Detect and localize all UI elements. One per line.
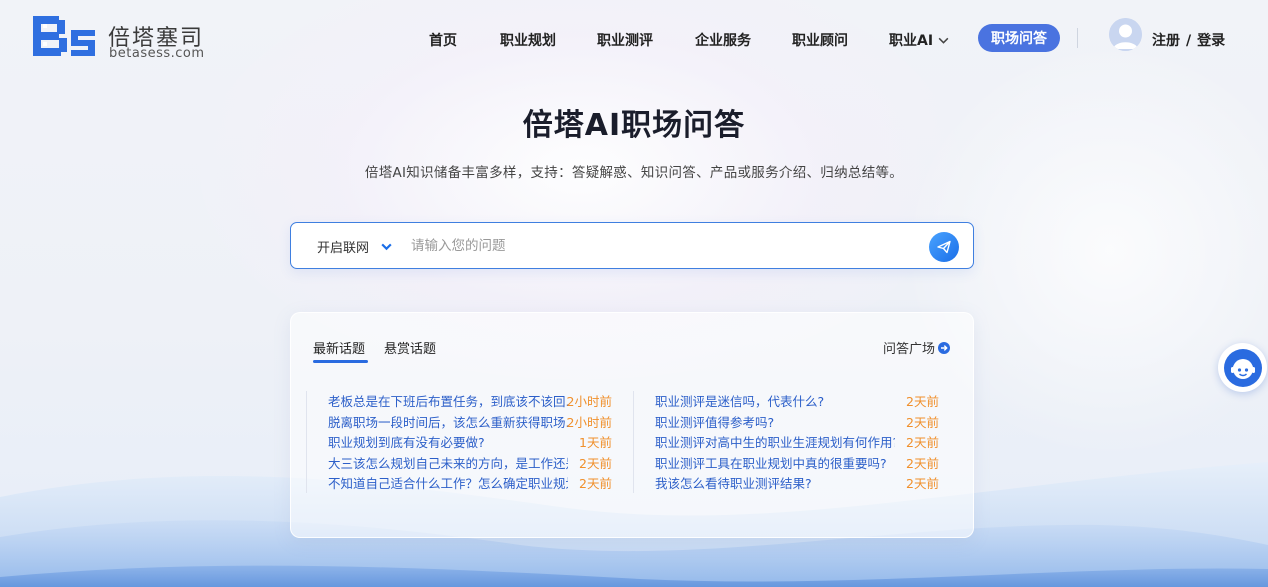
chevron-down-icon[interactable] <box>380 240 393 253</box>
main-nav: 首页 职业规划 职业测评 企业服务 职业顾问 职业AI 职场问答 注册 / 登录 <box>0 18 1268 54</box>
list-item[interactable]: 脱离职场一段时间后，该怎么重新获得职场... 2小时前 <box>328 412 612 433</box>
latest-topics-list-right: 职业测评是迷信吗，代表什么? 2天前 职业测评值得参考吗? 2天前 职业测评对高… <box>633 391 939 493</box>
arrow-circle-right-icon <box>938 341 950 354</box>
register-link[interactable]: 注册 <box>1152 30 1180 50</box>
tab-latest-topics[interactable]: 最新话题 <box>313 338 365 357</box>
send-button[interactable] <box>929 232 959 262</box>
topic-time: 2天前 <box>906 435 939 450</box>
customer-service-button[interactable] <box>1218 343 1267 392</box>
nav-item-enterprise-service[interactable]: 企业服务 <box>695 30 751 50</box>
avatar[interactable] <box>1109 18 1142 51</box>
question-input[interactable] <box>411 231 911 261</box>
nav-item-workplace-qa[interactable]: 职场问答 <box>978 24 1060 52</box>
topic-title[interactable]: 不知道自己适合什么工作？怎么确定职业规划... <box>328 473 568 492</box>
web-search-toggle[interactable]: 开启联网 <box>317 237 369 256</box>
nav-item-career-assessment[interactable]: 职业测评 <box>597 30 653 50</box>
topic-title[interactable]: 我该怎么看待职业测评结果? <box>655 473 895 492</box>
auth-links: 注册 / 登录 <box>1152 30 1225 50</box>
topic-title[interactable]: 职业测评工具在职业规划中真的很重要吗? <box>655 453 895 472</box>
nav-item-career-ai-label: 职业AI <box>889 33 934 49</box>
auth-separator: / <box>1186 33 1192 49</box>
search-box: 开启联网 <box>290 222 974 269</box>
topic-title[interactable]: 职业测评对高中生的职业生涯规划有何作用? <box>655 432 895 451</box>
nav-item-career-ai[interactable]: 职业AI <box>889 30 950 50</box>
topic-time: 2天前 <box>906 476 939 491</box>
paper-plane-icon <box>937 240 951 254</box>
topic-title[interactable]: 职业测评是迷信吗，代表什么? <box>655 391 895 410</box>
list-item[interactable]: 不知道自己适合什么工作？怎么确定职业规划... 2天前 <box>328 473 612 494</box>
list-item[interactable]: 我该怎么看待职业测评结果? 2天前 <box>655 473 939 494</box>
latest-topics-list-left: 老板总是在下班后布置任务，到底该不该回... 2小时前 脱离职场一段时间后，该怎… <box>306 391 612 493</box>
list-item[interactable]: 职业测评是迷信吗，代表什么? 2天前 <box>655 391 939 412</box>
list-item[interactable]: 大三该怎么规划自己未来的方向，是工作还是... 2天前 <box>328 453 612 474</box>
nav-item-career-advisor[interactable]: 职业顾问 <box>792 30 848 50</box>
topic-title[interactable]: 大三该怎么规划自己未来的方向，是工作还是... <box>328 453 568 472</box>
qa-plaza-label: 问答广场 <box>882 342 935 357</box>
topic-title[interactable]: 职业规划到底有没有必要做? <box>328 432 568 451</box>
topic-title[interactable]: 脱离职场一段时间后，该怎么重新获得职场... <box>328 412 568 431</box>
qa-plaza-link[interactable]: 问答广场 <box>883 338 950 357</box>
list-item[interactable]: 职业测评对高中生的职业生涯规划有何作用? 2天前 <box>655 432 939 453</box>
chevron-down-icon <box>938 37 949 44</box>
list-item[interactable]: 老板总是在下班后布置任务，到底该不该回... 2小时前 <box>328 391 612 412</box>
tab-bounty-topics[interactable]: 悬赏话题 <box>384 338 436 357</box>
topic-time: 1天前 <box>579 435 612 450</box>
page-title: 倍塔AI职场问答 <box>522 108 746 143</box>
topics-card: 最新话题 悬赏话题 问答广场 老板总是在下班后布置任务，到底该不该回... 2小… <box>290 312 974 538</box>
topic-title[interactable]: 老板总是在下班后布置任务，到底该不该回... <box>328 391 568 410</box>
topic-time: 2小时前 <box>566 394 612 409</box>
nav-item-home[interactable]: 首页 <box>429 30 457 50</box>
tab-active-indicator <box>313 360 368 363</box>
topic-time: 2天前 <box>906 414 939 430</box>
login-link[interactable]: 登录 <box>1197 30 1225 50</box>
customer-service-icon <box>1223 348 1262 387</box>
topic-time: 2天前 <box>579 455 612 471</box>
topic-title[interactable]: 职业测评值得参考吗? <box>655 412 895 431</box>
topic-time: 2天前 <box>579 476 612 491</box>
page-subtitle: 倍塔AI知识储备丰富多样，支持：答疑解惑、知识问答、产品或服务介绍、归纳总结等。 <box>364 165 904 181</box>
list-item[interactable]: 职业测评值得参考吗? 2天前 <box>655 412 939 433</box>
nav-item-career-planning[interactable]: 职业规划 <box>500 30 556 50</box>
topic-time: 2天前 <box>906 455 939 471</box>
list-item[interactable]: 职业规划到底有没有必要做? 1天前 <box>328 432 612 453</box>
topic-time: 2天前 <box>906 394 939 409</box>
nav-divider <box>1077 28 1078 48</box>
header: 倍塔塞司 betasess.com 首页 职业规划 职业测评 企业服务 职业顾问… <box>0 0 1268 78</box>
user-icon <box>1109 18 1142 51</box>
list-item[interactable]: 职业测评工具在职业规划中真的很重要吗? 2天前 <box>655 453 939 474</box>
topic-time: 2小时前 <box>566 414 612 430</box>
